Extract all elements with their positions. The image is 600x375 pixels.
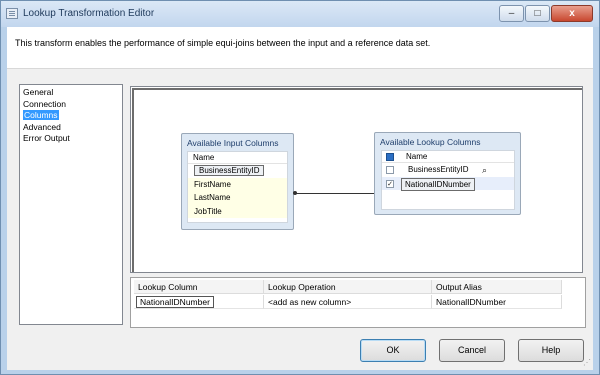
magnifier-icon[interactable]: ⌕ [482, 164, 487, 178]
input-column-row[interactable]: LastName [188, 191, 287, 205]
input-columns-box[interactable]: Available Input Columns Name BusinessEnt… [181, 133, 294, 230]
cancel-button[interactable]: Cancel [439, 339, 505, 362]
select-all-checkbox[interactable] [386, 153, 394, 161]
grid-cell-output-alias[interactable]: NationalIDNumber [432, 295, 562, 309]
lookup-columns-box[interactable]: Available Lookup Columns Name BusinessEn… [374, 132, 521, 215]
nav-item-label: Error Output [23, 133, 70, 143]
input-column-label: BusinessEntityID [194, 165, 265, 176]
title-bar[interactable]: Lookup Transformation Editor – □ x [1, 1, 599, 27]
input-column-label: LastName [194, 193, 231, 202]
help-button[interactable]: Help [518, 339, 584, 362]
window-controls: – □ x [499, 5, 593, 22]
grid-cell-lookup-operation[interactable]: <add as new column> [264, 295, 432, 309]
maximize-button[interactable]: □ [525, 5, 550, 22]
description-banner: This transform enables the performance o… [7, 27, 593, 69]
join-connector-line[interactable] [293, 191, 380, 195]
nav-item-connection[interactable]: Connection [20, 99, 122, 111]
grid-cell-lookup-column[interactable]: NationalIDNumber [134, 295, 264, 309]
nav-item-error-output[interactable]: Error Output [20, 133, 122, 145]
lookup-column-row[interactable]: ✓ NationalIDNumber [382, 176, 514, 191]
lookup-column-checkbox[interactable]: ✓ [386, 179, 394, 188]
window-title: Lookup Transformation Editor [23, 8, 155, 19]
lookup-column-checkbox[interactable] [386, 166, 394, 174]
input-columns-title: Available Input Columns [187, 138, 279, 148]
close-button[interactable]: x [551, 5, 593, 22]
grid-header-lookup-operation[interactable]: Lookup Operation [264, 280, 432, 294]
input-column-row[interactable]: BusinessEntityID [188, 164, 287, 178]
ok-button[interactable]: OK [360, 339, 426, 362]
input-columns-header: Name [188, 152, 287, 164]
minimize-button[interactable]: – [499, 5, 524, 22]
lookup-columns-header-row: Name [382, 151, 514, 163]
description-text: This transform enables the performance o… [15, 38, 431, 48]
lookup-columns-title: Available Lookup Columns [380, 137, 481, 147]
input-column-row[interactable]: JobTitle [188, 204, 287, 218]
grid-cell-value: NationalIDNumber [136, 296, 214, 308]
dialog-client-area: This transform enables the performance o… [7, 27, 593, 370]
lookup-column-label: BusinessEntityID [408, 165, 469, 174]
input-column-label: FirstName [194, 179, 231, 189]
lookup-columns-list: Name BusinessEntityID ⌕ ✓ NationalIDNumb… [381, 150, 515, 210]
grid-header-lookup-column[interactable]: Lookup Column [134, 280, 264, 294]
table-row[interactable]: NationalIDNumber <add as new column> Nat… [134, 295, 562, 309]
lookup-mapping-grid: Lookup Column Lookup Operation Output Al… [130, 277, 586, 328]
nav-item-label: Advanced [23, 121, 61, 132]
dialog-window: Lookup Transformation Editor – □ x This … [0, 0, 600, 375]
input-column-row[interactable]: FirstName [188, 177, 287, 191]
nav-item-columns[interactable]: Columns [20, 110, 122, 122]
nav-item-general[interactable]: General [20, 87, 122, 99]
input-columns-list: Name BusinessEntityID FirstName LastName… [187, 151, 288, 223]
page-navigation-list: General Connection Columns Advanced Erro… [19, 84, 123, 325]
grid-header-output-alias[interactable]: Output Alias [432, 280, 562, 294]
nav-item-label: Columns [23, 110, 59, 120]
nav-item-label: General [23, 87, 54, 97]
input-column-label: JobTitle [194, 206, 222, 216]
resize-grip-icon[interactable]: ⋰ [581, 358, 591, 368]
nav-item-label: Connection [23, 98, 67, 109]
nav-item-advanced[interactable]: Advanced [20, 122, 122, 134]
lookup-column-row[interactable]: BusinessEntityID ⌕ [382, 163, 514, 177]
dialog-app-icon [6, 8, 18, 19]
lookup-columns-header: Name [406, 152, 428, 161]
grid-header-row: Lookup Column Lookup Operation Output Al… [134, 280, 562, 294]
lookup-column-label: NationalIDNumber [401, 177, 475, 191]
